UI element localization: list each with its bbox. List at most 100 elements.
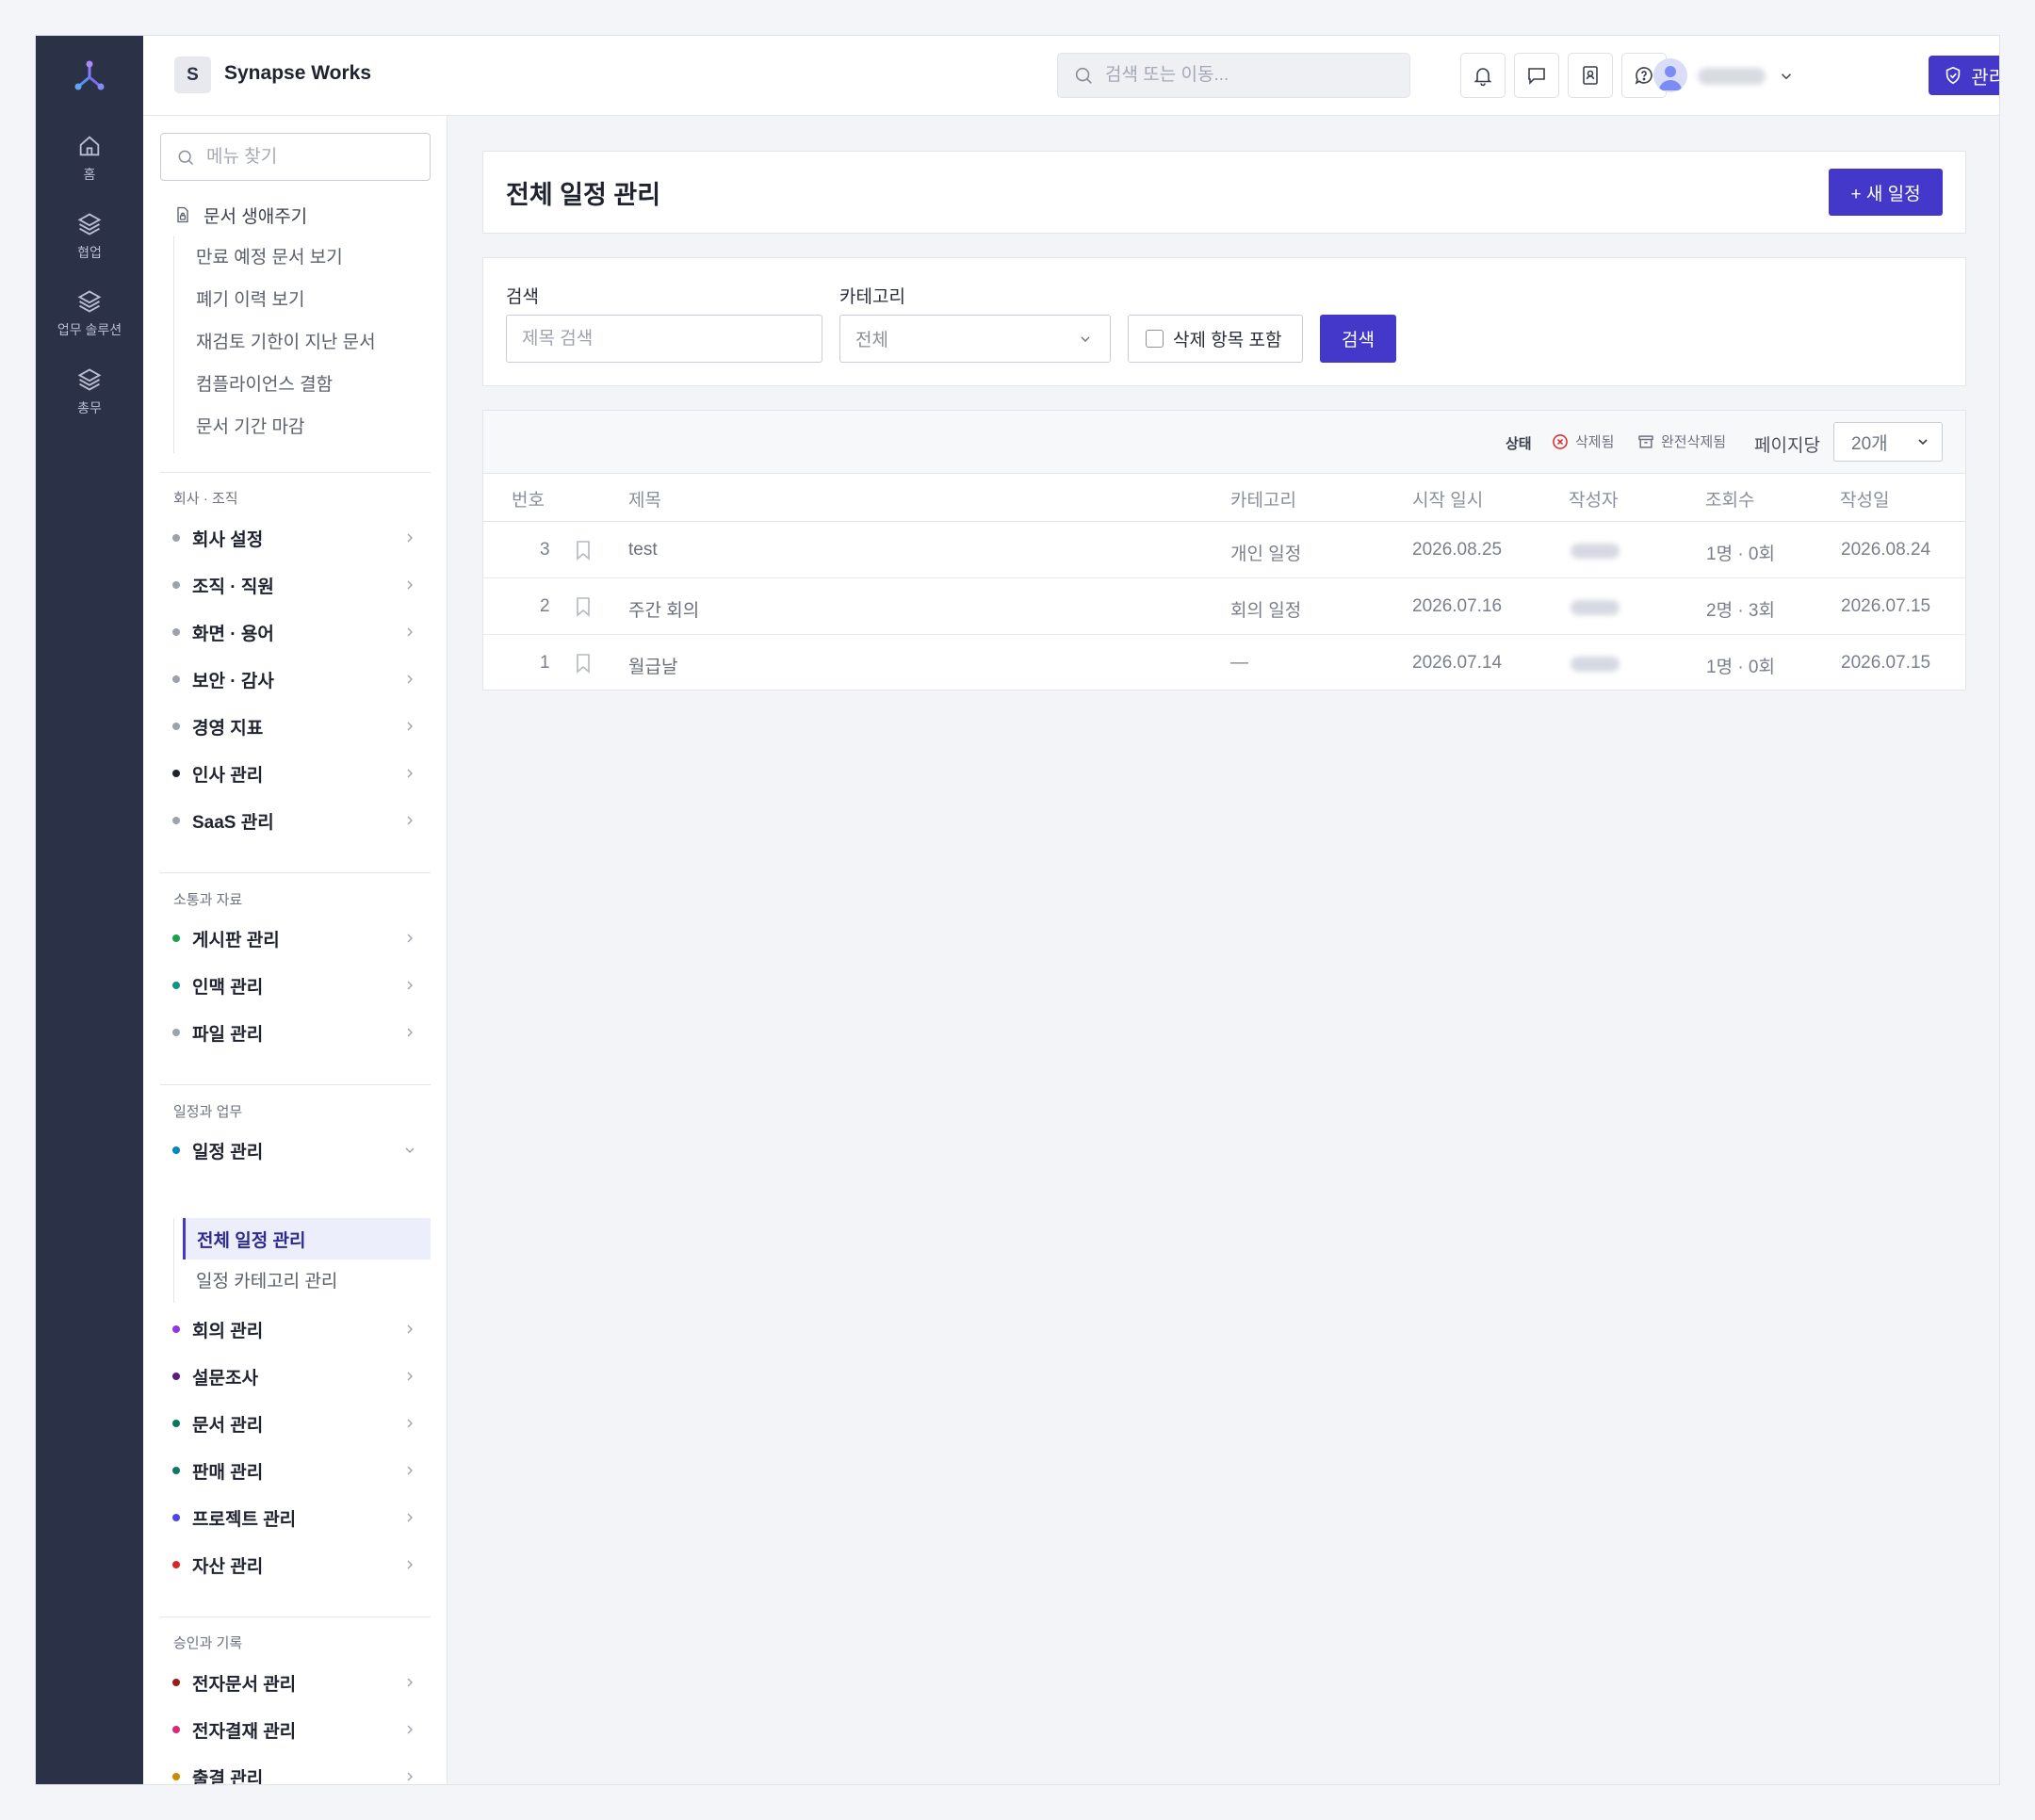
menu-item-projects[interactable]: 프로젝트 관리 (160, 1499, 431, 1536)
menu-item-company-settings[interactable]: 회사 설정 (160, 519, 431, 557)
org-badge[interactable]: S (174, 57, 211, 93)
chevron-right-icon (407, 981, 413, 990)
menu-item-label: 회의 관리 (192, 1321, 264, 1341)
app-rail: 홈 협업 업무 솔루션 총무 (36, 36, 143, 1784)
menu-item-label: 문서 관리 (192, 1415, 264, 1436)
chevron-right-icon (407, 1466, 413, 1475)
cell-start: 2026.08.25 (1412, 540, 1503, 560)
menu-item-security-audit[interactable]: 보안 · 감사 (160, 660, 431, 698)
cell-title[interactable]: 월급날 (628, 653, 677, 678)
status-dot (172, 1514, 180, 1521)
chevron-down-icon[interactable] (1778, 68, 1795, 85)
menu-item-survey[interactable]: 설문조사 (160, 1357, 431, 1395)
col-header-created[interactable]: 작성일 (1840, 486, 1889, 512)
sub-item-overdue-review[interactable]: 재검토 기한이 지난 문서 (196, 329, 376, 357)
notifications-button[interactable] (1460, 53, 1506, 98)
chevron-right-icon (407, 1324, 413, 1334)
title-search-field[interactable] (506, 315, 822, 363)
menu-item-hr[interactable]: 인사 관리 (160, 755, 431, 792)
sub-item-disposal-history[interactable]: 폐기 이력 보기 (196, 286, 304, 315)
rail-home[interactable]: 홈 (36, 133, 143, 201)
admin-menu-button[interactable]: 관리자 메뉴 (1929, 56, 1999, 95)
global-search-input[interactable] (1105, 65, 1388, 86)
rail-general[interactable]: 총무 (36, 366, 143, 434)
chevron-right-icon (407, 1560, 413, 1569)
rail-solutions[interactable]: 업무 솔루션 (36, 288, 143, 356)
cell-category: — (1230, 653, 1248, 673)
menu-item-saas[interactable]: SaaS 관리 (160, 802, 431, 839)
schedule-table-card: 상태 삭제됨 완전삭제됨 페이지당 20개 번호 제목 카테고리 시작 일시 작… (482, 410, 1966, 691)
chevron-right-icon (407, 1725, 413, 1734)
chevron-right-icon (407, 1372, 413, 1381)
menu-item-meetings[interactable]: 회의 관리 (160, 1310, 431, 1348)
status-dot (172, 1679, 180, 1686)
bookmark-icon[interactable] (575, 653, 592, 674)
category-label: 카테고리 (839, 287, 905, 307)
menu-item-assets[interactable]: 자산 관리 (160, 1546, 431, 1584)
menu-item-files[interactable]: 파일 관리 (160, 1014, 431, 1051)
checkbox-box[interactable] (1146, 330, 1164, 348)
cell-title[interactable]: test (628, 540, 658, 561)
menu-item-eapproval[interactable]: 전자결재 관리 (160, 1711, 431, 1748)
app-logo-icon[interactable] (70, 57, 109, 96)
menu-item-label: SaaS 관리 (192, 812, 274, 833)
per-page-select[interactable]: 20개 (1833, 422, 1943, 462)
bookmark-icon[interactable] (575, 540, 592, 561)
sub-item-doc-term-end[interactable]: 문서 기간 마감 (196, 414, 304, 442)
menu-item-label: 회사 설정 (192, 529, 264, 550)
org-name[interactable]: Synapse Works (224, 62, 371, 85)
bell-icon (1473, 68, 1492, 87)
rail-solutions-label: 업무 솔루션 (57, 322, 122, 337)
sub-item-expiring-docs[interactable]: 만료 예정 문서 보기 (196, 244, 343, 272)
menu-item-edocs[interactable]: 전자문서 관리 (160, 1664, 431, 1701)
chevron-right-icon (407, 1419, 413, 1428)
user-name[interactable]: ●●●● (1698, 68, 1766, 85)
doc-lifecycle-menu[interactable]: 문서 생애주기 (173, 201, 307, 229)
user-avatar[interactable] (1653, 58, 1687, 92)
legend-purged: 완전삭제됨 (1636, 431, 1726, 451)
col-header-title[interactable]: 제목 (628, 486, 661, 512)
menu-item-network[interactable]: 인맥 관리 (160, 967, 431, 1004)
menu-item-board[interactable]: 게시판 관리 (160, 919, 431, 957)
menu-item-schedule[interactable]: 일정 관리 (160, 1131, 431, 1169)
global-search[interactable] (1057, 53, 1410, 98)
messages-button[interactable] (1514, 53, 1559, 98)
bookmark-icon[interactable] (575, 596, 592, 617)
menu-item-documents[interactable]: 문서 관리 (160, 1405, 431, 1442)
menu-search-input[interactable] (206, 146, 423, 168)
legend-deleted: 삭제됨 (1551, 431, 1614, 451)
layers-icon (77, 368, 102, 391)
sub-item-schedule-categories[interactable]: 일정 카테고리 관리 (196, 1268, 337, 1296)
contacts-button[interactable] (1568, 53, 1613, 98)
menu-item-org-staff[interactable]: 조직 · 직원 (160, 566, 431, 604)
status-dot (172, 675, 180, 683)
col-header-start[interactable]: 시작 일시 (1412, 486, 1483, 512)
sub-item-compliance-defects[interactable]: 컴플라이언스 결함 (196, 371, 333, 399)
menu-item-sales[interactable]: 판매 관리 (160, 1452, 431, 1489)
cell-title[interactable]: 주간 회의 (628, 596, 699, 622)
col-header-author[interactable]: 작성자 (1569, 486, 1618, 512)
archive-icon (1638, 434, 1653, 448)
title-search-input[interactable] (522, 328, 822, 349)
chevron-right-icon (407, 1678, 413, 1687)
search-button[interactable]: 검색 (1320, 315, 1396, 363)
chevron-right-icon (407, 1028, 413, 1037)
menu-item-screen-terms[interactable]: 화면 · 용어 (160, 613, 431, 651)
doc-lifecycle-label: 문서 생애주기 (204, 206, 308, 227)
menu-item-label: 출결 관리 (192, 1768, 264, 1785)
rail-collab[interactable]: 협업 (36, 211, 143, 279)
col-header-category[interactable]: 카테고리 (1230, 486, 1296, 512)
new-schedule-button[interactable]: + 새 일정 (1829, 169, 1943, 216)
cell-author: ●●● (1571, 544, 1620, 559)
menu-item-attendance[interactable]: 출결 관리 (160, 1758, 431, 1785)
sub-item-all-schedules[interactable]: 전체 일정 관리 (183, 1218, 431, 1259)
col-header-views[interactable]: 조회수 (1705, 486, 1754, 512)
menu-search[interactable] (160, 133, 431, 181)
legend-purged-label: 완전삭제됨 (1661, 434, 1727, 450)
cell-author: ●●● (1571, 657, 1620, 672)
category-select[interactable]: 전체 (839, 315, 1111, 363)
include-deleted-checkbox[interactable]: 삭제 항목 포함 (1128, 315, 1303, 363)
page-title-card: 전체 일정 관리 + 새 일정 (482, 151, 1966, 234)
status-dot (172, 1773, 180, 1780)
menu-item-management-kpi[interactable]: 경영 지표 (160, 707, 431, 745)
